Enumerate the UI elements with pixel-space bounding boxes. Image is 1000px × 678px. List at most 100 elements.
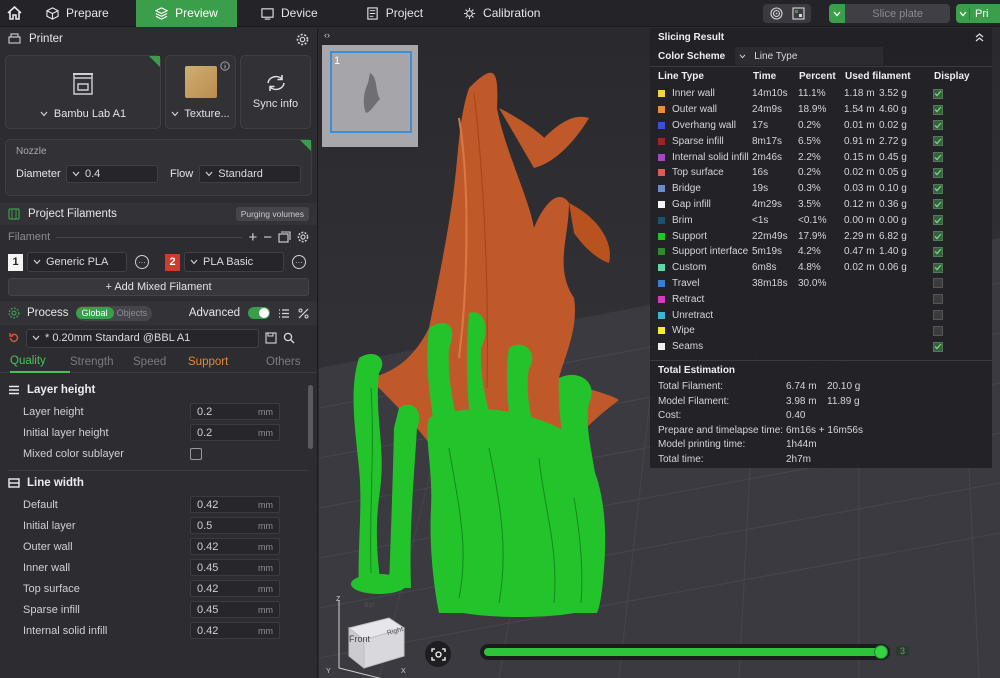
line-width-input[interactable]: 0.42 mm	[190, 496, 280, 513]
tab-device[interactable]: Device	[237, 0, 336, 27]
plate-number: 1	[334, 55, 341, 67]
filament-select-2[interactable]: PLA Basic	[184, 252, 284, 272]
info-icon[interactable]	[220, 61, 230, 71]
line-type-time: 16s	[752, 167, 769, 179]
display-checkbox[interactable]	[933, 341, 943, 352]
advanced-toggle[interactable]	[248, 307, 270, 319]
plate-grid-icon[interactable]	[789, 5, 807, 23]
mixed-color-checkbox[interactable]	[190, 447, 202, 460]
collapse-panel-icon[interactable]: ‹›	[324, 30, 330, 40]
search-icon[interactable]	[283, 332, 295, 344]
print-plate-button[interactable]: Pri	[956, 4, 1000, 23]
layer-slider[interactable]	[480, 644, 890, 660]
home-icon[interactable]	[0, 0, 28, 27]
tab-strength[interactable]: Strength	[70, 356, 133, 368]
percent-icon[interactable]	[298, 308, 309, 319]
display-checkbox[interactable]	[933, 152, 943, 163]
tab-project[interactable]: Project	[336, 0, 441, 27]
display-checkbox[interactable]	[933, 167, 943, 178]
line-type-percent: 30.0%	[798, 277, 827, 289]
setting-sparse-infill-width: Sparse infill 0.45 mm	[0, 599, 317, 620]
line-type-swatch	[658, 248, 665, 256]
save-icon[interactable]	[265, 332, 277, 344]
display-checkbox[interactable]	[933, 104, 943, 115]
filament-select-1[interactable]: Generic PLA	[27, 252, 127, 272]
display-checkbox[interactable]	[933, 294, 943, 305]
line-type-name: Travel	[672, 277, 700, 289]
line-width-input[interactable]: 0.42 mm	[190, 622, 280, 639]
chevron-down-icon[interactable]	[829, 4, 846, 23]
slicing-result-title: Slicing Result	[658, 32, 725, 43]
process-preset-select[interactable]: * 0.20mm Standard @BBL A1	[26, 328, 259, 348]
display-checkbox[interactable]	[933, 278, 943, 289]
line-width-input[interactable]: 0.45 mm	[190, 601, 280, 618]
target-icon[interactable]	[767, 5, 785, 23]
line-width-input[interactable]: 0.45 mm	[190, 559, 280, 576]
line-width-input[interactable]: 0.42 mm	[190, 580, 280, 597]
chevron-down-icon[interactable]	[171, 111, 179, 117]
list-icon[interactable]	[278, 308, 290, 319]
layer-height-input[interactable]: 0.2 mm	[190, 403, 280, 420]
tab-calibration[interactable]: Calibration	[441, 0, 558, 27]
display-checkbox[interactable]	[933, 246, 943, 257]
estimation-list: Total Filament: 6.74 m 20.10 g Model Filame…	[650, 380, 992, 467]
add-filament-icon[interactable]: +	[248, 229, 257, 246]
line-width-input[interactable]: 0.5 mm	[190, 517, 280, 534]
filament-more-icon[interactable]: ···	[135, 255, 149, 269]
slice-plate-button[interactable]: Slice plate	[829, 4, 950, 23]
display-checkbox[interactable]	[933, 262, 943, 273]
tab-prepare[interactable]: Prepare	[28, 0, 136, 27]
display-checkbox[interactable]	[933, 199, 943, 210]
chevron-down-icon[interactable]	[40, 111, 48, 117]
display-checkbox[interactable]	[933, 325, 943, 336]
sync-info-button[interactable]: Sync info	[240, 55, 311, 129]
chevron-down-icon	[190, 259, 198, 265]
line-type-weight: 2.72 g	[879, 135, 907, 147]
line-type-row: Wipe	[650, 323, 992, 339]
plate-thumbnail[interactable]: 1	[322, 45, 418, 147]
add-mixed-filament-button[interactable]: + Add Mixed Filament	[8, 278, 309, 296]
filament-more-icon[interactable]: ···	[292, 255, 306, 269]
gear-icon[interactable]	[296, 33, 309, 46]
line-type-percent: 17.9%	[798, 230, 827, 242]
display-checkbox[interactable]	[933, 120, 943, 131]
objects-option[interactable]: Objects	[114, 308, 153, 318]
reset-icon[interactable]	[8, 332, 20, 344]
line-type-swatch	[658, 185, 665, 193]
plate-card[interactable]: Texture...	[165, 55, 236, 129]
chevron-down-icon[interactable]	[956, 7, 970, 20]
global-option[interactable]: Global	[75, 307, 114, 319]
diameter-select[interactable]: 0.4	[66, 165, 158, 183]
line-type-length: 0.03 m	[844, 183, 875, 195]
display-checkbox[interactable]	[933, 88, 943, 99]
tab-quality[interactable]: Quality	[10, 351, 70, 373]
display-checkbox[interactable]	[933, 136, 943, 147]
printer-card[interactable]: Bambu Lab A1	[5, 55, 161, 129]
gear-icon[interactable]	[297, 231, 309, 243]
collapse-icon[interactable]	[975, 33, 984, 42]
purging-volumes-button[interactable]: Purging volumes	[235, 207, 309, 221]
layer-slider-handle[interactable]	[874, 645, 888, 659]
tab-speed[interactable]: Speed	[133, 356, 188, 368]
global-objects-toggle[interactable]: Global Objects	[75, 305, 153, 321]
remove-filament-icon[interactable]: −	[263, 229, 272, 246]
estimation-label: Model printing time:	[658, 439, 746, 451]
setting-mixed-color-sublayer: Mixed color sublayer	[0, 443, 317, 464]
flow-select[interactable]: Standard	[199, 165, 301, 183]
line-type-name: Unretract	[672, 309, 714, 321]
display-checkbox[interactable]	[933, 231, 943, 242]
display-checkbox[interactable]	[933, 215, 943, 226]
flow-value: Standard	[218, 168, 263, 180]
tab-support[interactable]: Support	[188, 356, 266, 368]
line-type-percent: 0.2%	[798, 119, 821, 131]
initial-layer-height-input[interactable]: 0.2 mm	[190, 424, 280, 441]
display-checkbox[interactable]	[933, 183, 943, 194]
line-width-input[interactable]: 0.42 mm	[190, 538, 280, 555]
display-checkbox[interactable]	[933, 310, 943, 321]
camera-icon[interactable]	[425, 641, 451, 667]
filament-sync-icon[interactable]	[278, 231, 291, 243]
tab-others[interactable]: Others	[266, 356, 301, 368]
axis-label-x: X	[401, 668, 406, 675]
tab-preview[interactable]: Preview	[136, 0, 237, 27]
color-scheme-select[interactable]: Line Type	[735, 47, 884, 65]
